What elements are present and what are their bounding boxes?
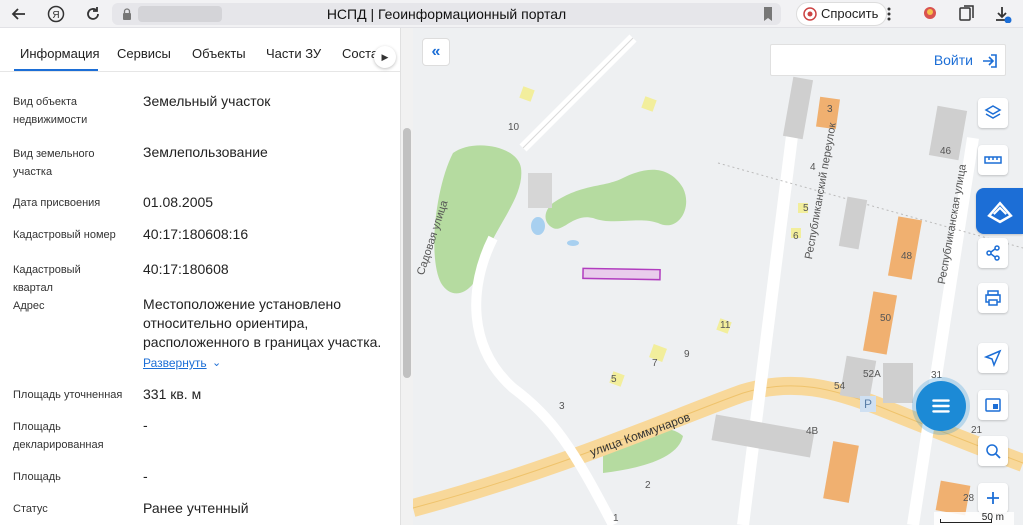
house-number: 6 [793,231,799,242]
ask-button-label: Спросить [821,6,879,21]
login-label[interactable]: Войти [934,52,973,68]
zoom-in-icon[interactable] [978,483,1008,513]
map-canvas[interactable]: P [413,28,1023,525]
label-date-assigned: Дата присвоения [13,197,101,209]
label-area-declared: Площадь декларированная [13,421,104,451]
tab-objects[interactable]: Объекты [192,46,246,61]
downloads-icon[interactable] [992,3,1014,25]
value-area: - [143,468,148,484]
panel-scrollbar[interactable] [401,28,413,525]
page-title: НСПД | Геоинформационный портал [326,6,567,22]
share-icon[interactable] [978,238,1008,268]
label-cadastral-number: Кадастровый номер [13,229,116,241]
tab-composition[interactable]: Соста [342,46,378,61]
house-number: 9 [684,349,690,360]
house-number: 3 [827,104,833,115]
house-number: 28 [963,493,975,504]
expand-link[interactable]: Развернуть [143,356,207,370]
house-number: 21 [971,425,983,436]
login-bar[interactable]: Войти [770,44,1006,76]
house-number: 50 [880,313,892,324]
tab-services[interactable]: Сервисы [117,46,171,61]
tabs-scroll-right-icon[interactable]: ▶ [374,46,396,68]
house-number: 54 [834,381,846,392]
value-area-declared: - [143,417,148,433]
house-number: 31 [931,370,943,381]
value-cadastral-number[interactable]: 40:17:180608:16 [143,225,393,244]
tab-parts[interactable]: Части ЗУ [266,46,321,61]
value-land-type: Землепользование [143,144,268,160]
label-area-precise: Площадь уточненная [13,389,123,401]
house-number: 52А [863,369,881,380]
locate-icon[interactable] [978,343,1008,373]
house-number: 48 [901,251,913,262]
value-cadastral-quarter[interactable]: 40:17:180608 [143,260,393,279]
house-number: 10 [508,122,520,133]
more-menu-icon[interactable] [878,3,900,25]
house-number: 3 [559,401,565,412]
house-number: 5 [611,374,617,385]
map-view[interactable]: P Садовая улица улица Коммунаров Республ… [413,28,1023,525]
label-land-type: Вид земельного участка [13,148,95,178]
ruler-icon[interactable] [978,145,1008,175]
label-object-type: Вид объекта недвижимости [13,96,88,126]
search-location-icon[interactable] [978,436,1008,466]
value-object-type: Земельный участок [143,93,271,109]
tab-information[interactable]: Информация [20,46,100,61]
value-date-assigned: 01.08.2005 [143,194,214,210]
cadastral-icon[interactable] [976,188,1023,234]
address-bar[interactable]: НСПД | Геоинформационный портал [112,3,781,25]
active-tab-indicator [14,69,98,71]
refresh-icon[interactable] [82,3,104,25]
info-panel: Информация Сервисы Объекты Части ЗУ Сост… [0,28,401,525]
bookmark-icon[interactable] [761,6,775,22]
map-scale: 50 m [934,512,1014,525]
house-number: 4 [810,162,816,173]
house-number: 7 [652,358,658,369]
scrollbar-thumb[interactable] [403,128,411,378]
back-icon[interactable] [8,3,30,25]
label-address: Адрес [13,300,45,312]
house-number: 5 [803,203,809,214]
login-icon[interactable] [981,52,999,70]
yandex-icon[interactable]: Я [45,3,67,25]
house-number: 4В [806,426,819,437]
chat-button[interactable] [916,381,966,431]
extension-icon[interactable] [919,3,941,25]
browser-toolbar: Я НСПД | Геоинформационный портал Спроси… [0,0,1023,28]
house-number: 2 [645,480,651,491]
chat-icon [932,399,950,413]
label-cadastral-quarter: Кадастровый квартал [13,264,81,294]
collections-icon[interactable] [956,3,978,25]
alice-icon [803,7,817,21]
chevron-down-icon[interactable]: ⌄ [212,356,221,369]
ask-button[interactable]: Спросить [796,2,888,26]
label-area: Площадь [13,471,61,483]
house-number: 1 [613,513,619,524]
split-view-icon[interactable] [978,390,1008,420]
tab-bar: Информация Сервисы Объекты Части ЗУ Сост… [0,28,400,72]
house-number: 46 [940,146,952,157]
svg-text:P: P [864,397,872,411]
house-number: 11 [720,320,731,331]
collapse-panel-button[interactable]: « [422,38,450,66]
label-status: Статус [13,503,48,515]
value-status: Ранее учтенный [143,500,249,516]
value-address: Местоположение установлено относительно … [143,296,382,350]
scale-label: 50 m [981,512,1004,523]
svg-text:Я: Я [52,10,59,21]
value-area-precise: 331 кв. м [143,386,202,402]
print-icon[interactable] [978,283,1008,313]
layers-icon[interactable] [978,98,1008,128]
